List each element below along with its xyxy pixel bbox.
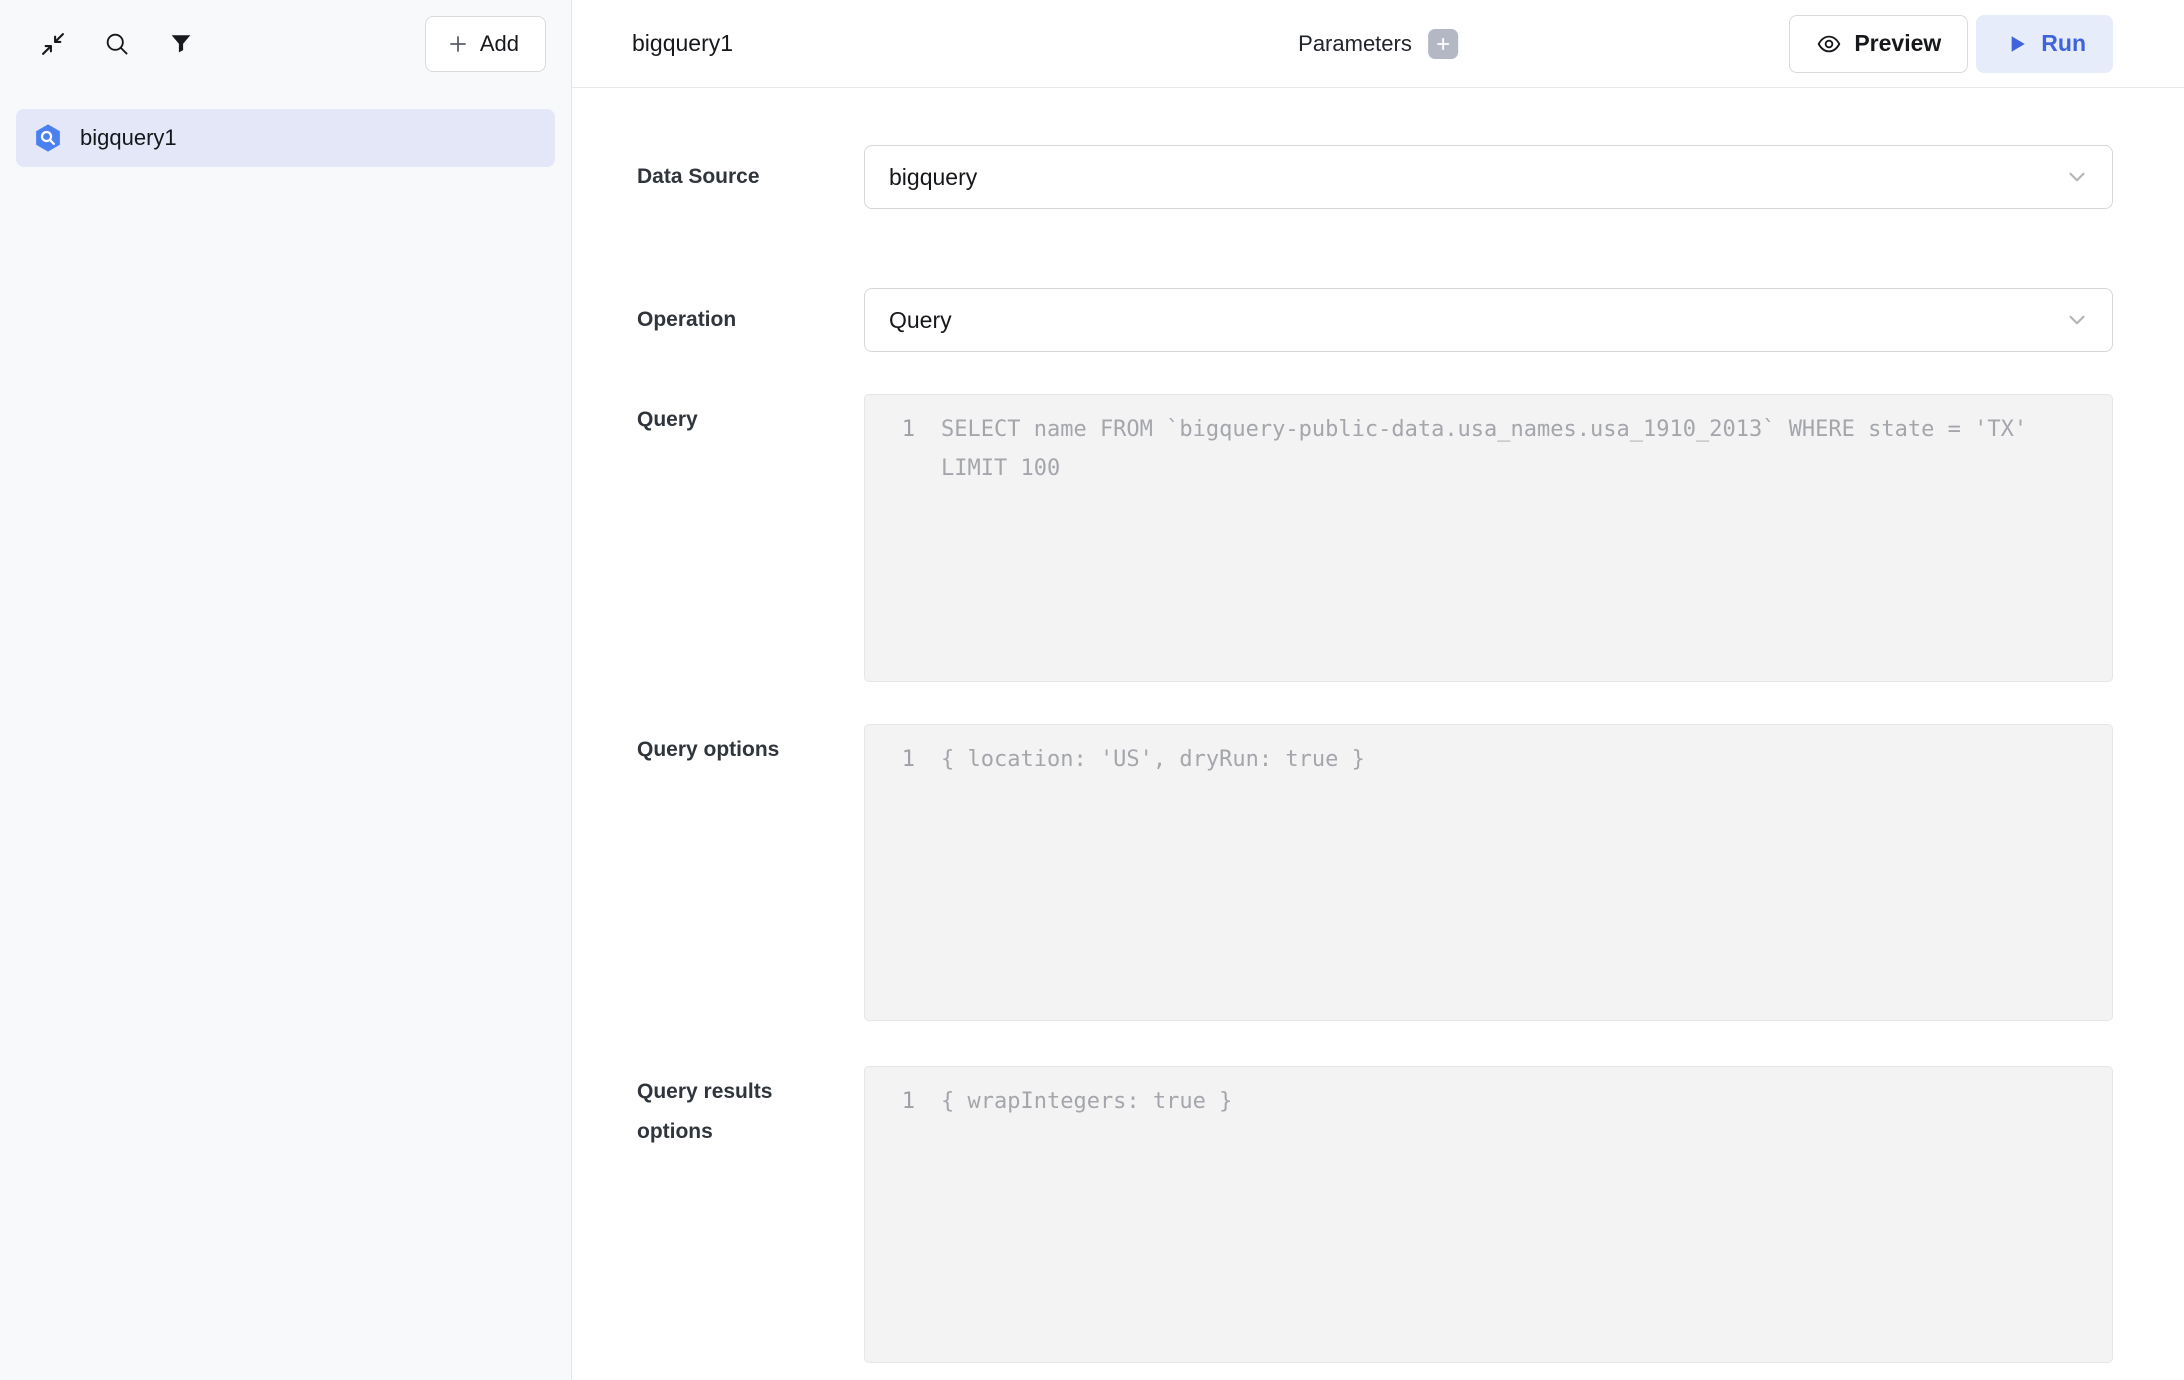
query-form: Data Source bigquery Operation Query	[572, 88, 2184, 1380]
preview-button-label: Preview	[1854, 30, 1941, 57]
query-editor-header: bigquery1 Parameters	[572, 0, 2184, 88]
query-results-options-placeholder: { wrapIntegers: true }	[915, 1082, 2092, 1121]
collapse-icon	[39, 30, 67, 58]
add-query-button[interactable]: Add	[425, 16, 546, 72]
line-number: 1	[865, 740, 915, 779]
data-source-label: Data Source	[637, 165, 864, 189]
data-source-value: bigquery	[889, 164, 2064, 191]
plus-icon	[446, 32, 470, 56]
play-icon	[2003, 31, 2029, 57]
filter-icon	[167, 30, 195, 58]
query-label: Query	[637, 394, 864, 682]
form-row-query-results-options: Query results options 1 { wrapIntegers: …	[637, 1066, 2113, 1363]
form-row-query-options: Query options 1 { location: 'US', dryRun…	[637, 724, 2113, 1021]
collapse-panel-button[interactable]	[36, 27, 70, 61]
form-row-query: Query 1 SELECT name FROM `bigquery-publi…	[637, 394, 2113, 682]
run-button-label: Run	[2041, 30, 2086, 57]
query-options-editor[interactable]: 1 { location: 'US', dryRun: true }	[864, 724, 2113, 1021]
query-list-item-bigquery1[interactable]: bigquery1	[16, 109, 555, 167]
add-button-label: Add	[480, 31, 519, 57]
form-row-data-source: Data Source bigquery	[637, 145, 2113, 209]
sidebar-toolbar: Add	[0, 0, 571, 88]
preview-button[interactable]: Preview	[1789, 15, 1968, 73]
line-number: 1	[865, 410, 915, 449]
run-button[interactable]: Run	[1976, 15, 2113, 73]
app-root: Add bigquery1 bigquery1 Parameters	[0, 0, 2184, 1380]
search-icon	[103, 30, 131, 58]
query-options-label: Query options	[637, 724, 864, 1021]
header-actions: Preview Run	[1789, 15, 2113, 73]
query-list: bigquery1	[0, 88, 571, 167]
query-item-label: bigquery1	[80, 125, 177, 151]
eye-icon	[1816, 31, 1842, 57]
parameters-section: Parameters	[1298, 29, 1458, 59]
operation-select[interactable]: Query	[864, 288, 2113, 352]
chevron-down-icon	[2064, 307, 2090, 333]
query-editor-main: bigquery1 Parameters	[572, 0, 2184, 1380]
query-results-options-editor[interactable]: 1 { wrapIntegers: true }	[864, 1066, 2113, 1363]
plus-icon	[1434, 35, 1452, 53]
query-placeholder: SELECT name FROM `bigquery-public-data.u…	[915, 410, 2092, 488]
add-parameter-button[interactable]	[1428, 29, 1458, 59]
query-options-placeholder: { location: 'US', dryRun: true }	[915, 740, 2092, 779]
bigquery-icon	[32, 122, 64, 154]
operation-value: Query	[889, 307, 2064, 334]
query-panel-sidebar: Add bigquery1	[0, 0, 572, 1380]
query-title: bigquery1	[632, 30, 733, 57]
operation-label: Operation	[637, 308, 864, 332]
search-button[interactable]	[100, 27, 134, 61]
query-results-options-label: Query results options	[637, 1066, 864, 1363]
data-source-select[interactable]: bigquery	[864, 145, 2113, 209]
line-number: 1	[865, 1082, 915, 1121]
parameters-label: Parameters	[1298, 31, 1412, 57]
chevron-down-icon	[2064, 164, 2090, 190]
filter-button[interactable]	[164, 27, 198, 61]
form-row-operation: Operation Query	[637, 288, 2113, 352]
query-code-editor[interactable]: 1 SELECT name FROM `bigquery-public-data…	[864, 394, 2113, 682]
